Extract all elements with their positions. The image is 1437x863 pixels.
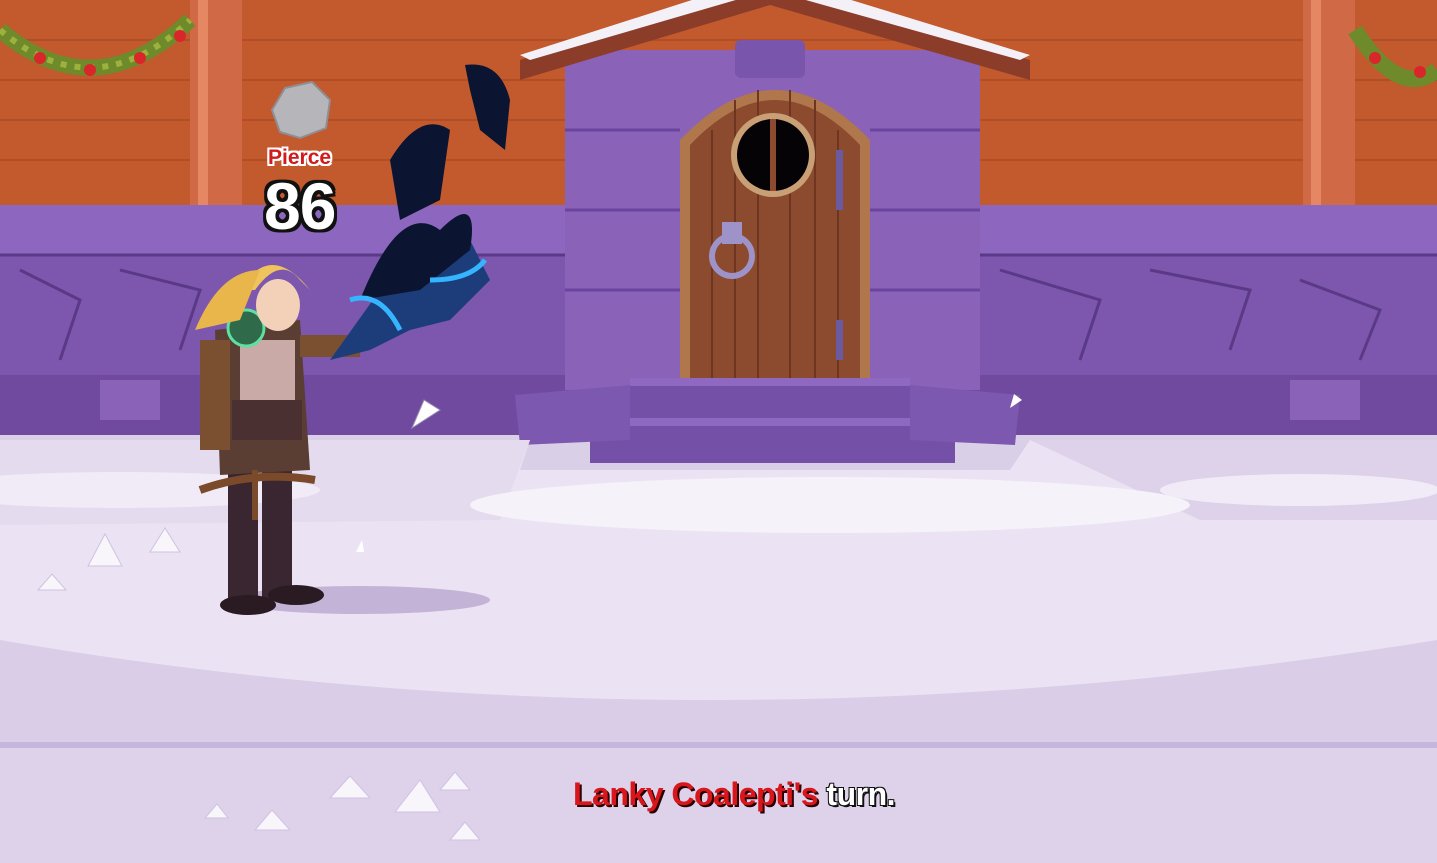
steps <box>515 378 1020 463</box>
turn-message: Lanky Coalepti's turn. <box>573 776 895 813</box>
turn-combatant-name: Lanky Coalepti's <box>573 776 819 812</box>
house <box>520 0 1030 390</box>
turn-message-suffix: turn. <box>818 776 895 812</box>
background <box>0 0 1437 863</box>
damage-type-label: Pierce <box>268 146 332 169</box>
pillar-left <box>190 0 242 220</box>
damage-value: 86 <box>264 169 336 243</box>
pillar-right <box>1303 0 1355 220</box>
battle-scene: Pierce 86 Lanky Coalepti's turn. <box>0 0 1437 863</box>
